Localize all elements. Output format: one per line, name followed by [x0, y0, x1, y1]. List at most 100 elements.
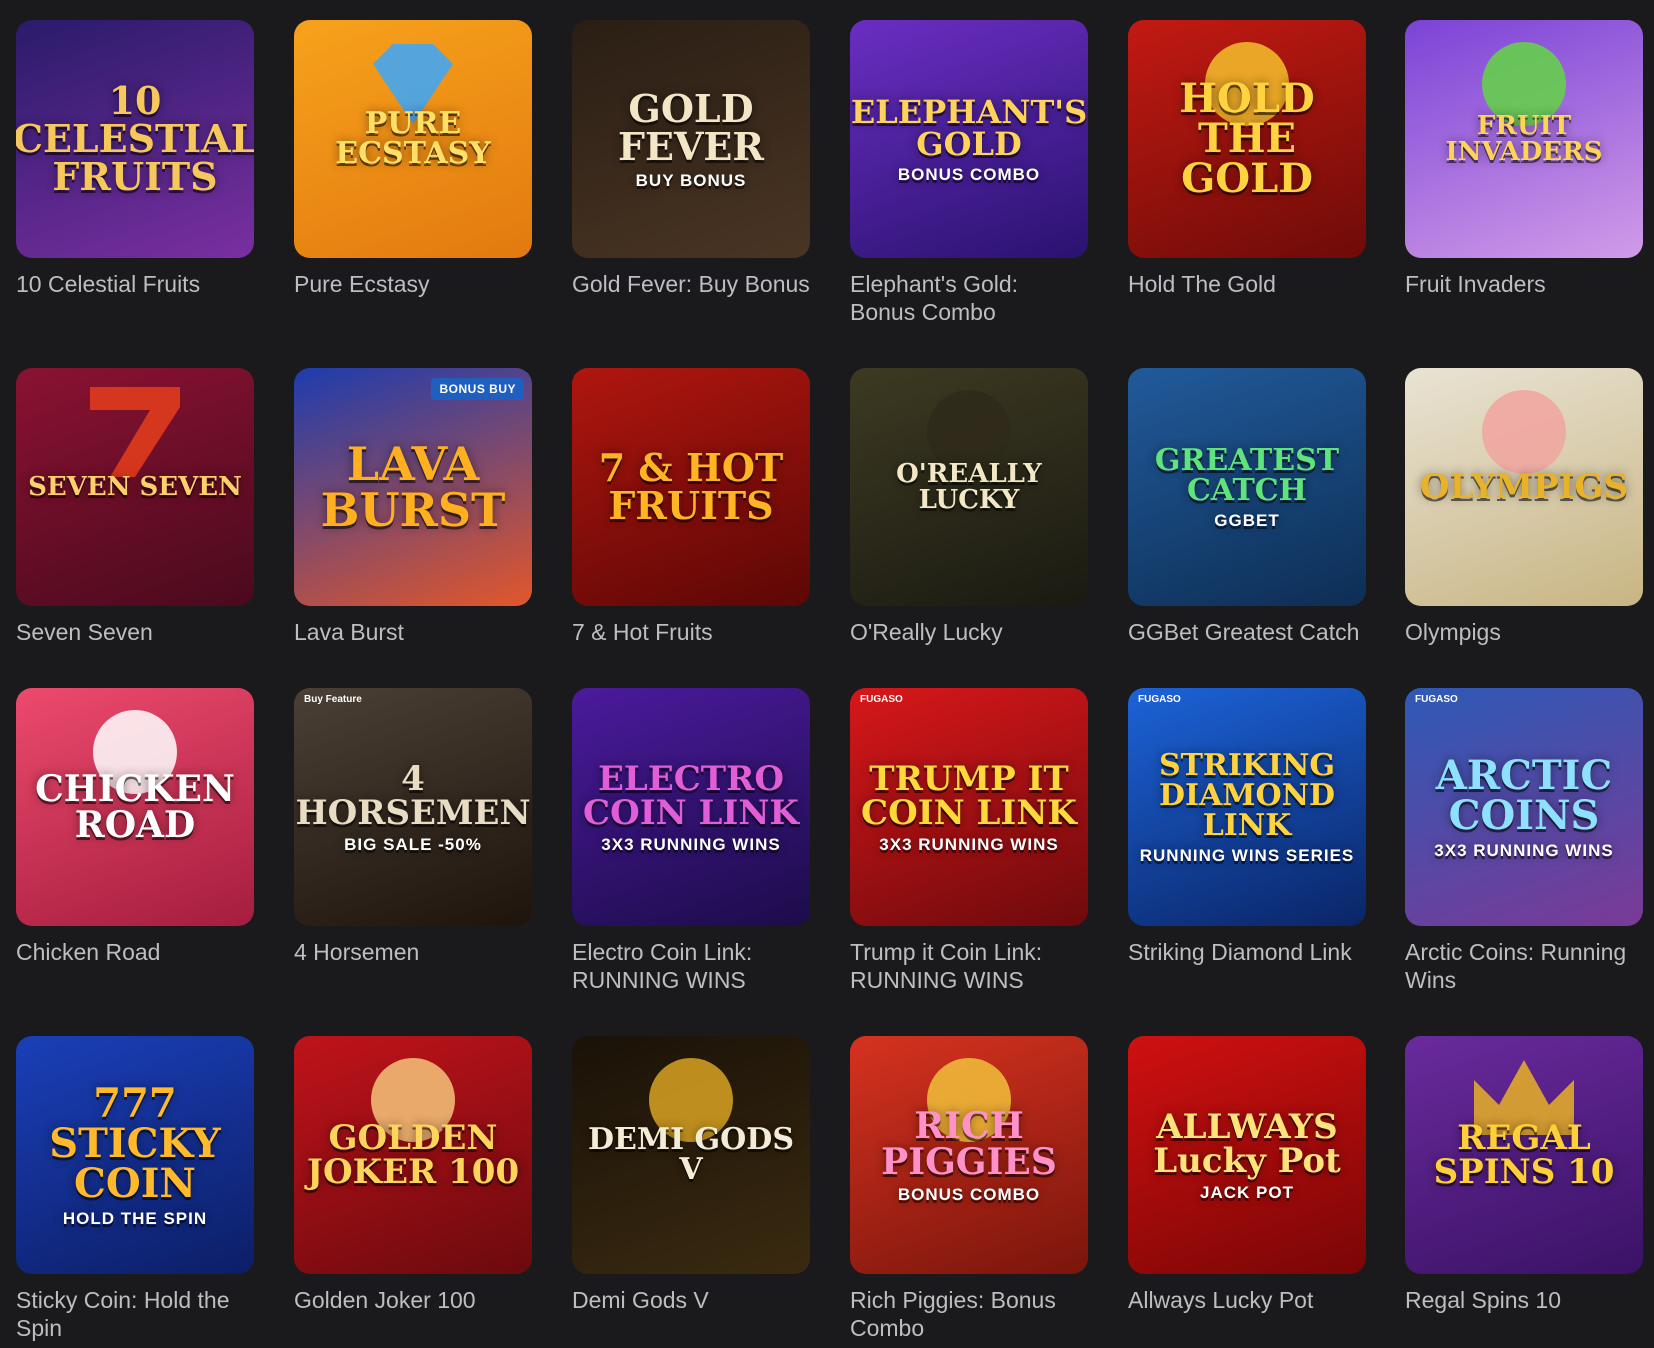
game-title[interactable]: Regal Spins 10 [1405, 1286, 1643, 1314]
game-tile[interactable]: TRUMP IT COIN LINK 3X3 RUNNING WINS FUGASO… [850, 688, 1088, 994]
game-art-title: 4 HORSEMEN BIG SALE -50% [294, 762, 532, 853]
game-title[interactable]: Sticky Coin: Hold the Spin [16, 1286, 254, 1342]
provider-label: FUGASO [1415, 694, 1458, 705]
game-title[interactable]: Trump it Coin Link: RUNNING WINS [850, 938, 1088, 994]
game-thumbnail[interactable]: GREATEST CATCH GGBET [1128, 368, 1366, 606]
game-thumbnail[interactable]: OLYMPIGS [1405, 368, 1643, 606]
game-thumbnail[interactable]: GOLDEN JOKER 100 [294, 1036, 532, 1274]
game-tile[interactable]: ALLWAYS Lucky Pot JACK POT Allways Lucky P… [1128, 1036, 1366, 1314]
game-art-title-text: ALLWAYS Lucky Pot [1153, 1106, 1341, 1181]
game-title[interactable]: Demi Gods V [572, 1286, 810, 1314]
game-thumbnail[interactable]: O'REALLY LUCKY [850, 368, 1088, 606]
game-art-title: STRIKING DIAMOND LINK RUNNING WINS SERIES [1128, 747, 1366, 865]
game-title[interactable]: Fruit Invaders [1405, 270, 1643, 298]
game-art-subtitle: RUNNING WINS SERIES [1139, 845, 1355, 865]
game-tile[interactable]: GOLD FEVER BUY BONUS Gold Fever: Buy Bonus [572, 20, 810, 298]
game-thumbnail[interactable]: 10 CELESTIAL FRUITS [16, 20, 254, 258]
game-art-title-text: RICH PIGGIES [881, 1104, 1057, 1183]
game-thumbnail[interactable]: SEVEN SEVEN [16, 368, 254, 606]
game-title[interactable]: Hold The Gold [1128, 270, 1366, 298]
game-art-title-text: HOLD THE GOLD [1179, 75, 1315, 202]
game-art-title-text: OLYMPIGS [1419, 467, 1629, 507]
game-title[interactable]: O'Really Lucky [850, 618, 1088, 646]
game-art-title-text: 10 CELESTIAL FRUITS [16, 78, 254, 199]
game-title[interactable]: Rich Piggies: Bonus Combo [850, 1286, 1088, 1342]
game-title[interactable]: Striking Diamond Link [1128, 938, 1366, 966]
game-title[interactable]: Gold Fever: Buy Bonus [572, 270, 810, 298]
game-thumbnail[interactable]: LAVA BURST BONUS BUY [294, 368, 532, 606]
game-thumbnail[interactable]: ALLWAYS Lucky Pot JACK POT [1128, 1036, 1366, 1274]
game-art-title: OLYMPIGS [1410, 470, 1638, 504]
game-tile[interactable]: GREATEST CATCH GGBET GGBet Greatest Catch [1128, 368, 1366, 646]
game-title[interactable]: Golden Joker 100 [294, 1286, 532, 1314]
game-title[interactable]: 4 Horsemen [294, 938, 532, 966]
game-art-title-text: DEMI GODS V [587, 1122, 794, 1187]
game-thumbnail[interactable]: RICH PIGGIES BONUS COMBO [850, 1036, 1088, 1274]
game-art-title: FRUIT INVADERS [1405, 113, 1643, 165]
game-art-title-text: PURE ECSTASY [335, 106, 491, 171]
game-thumbnail[interactable]: ELECTRO COIN LINK 3X3 RUNNING WINS [572, 688, 810, 926]
game-art-title: ARCTIC COINS 3X3 RUNNING WINS [1405, 755, 1643, 859]
game-tile[interactable]: 10 CELESTIAL FRUITS 10 Celestial Fruits [16, 20, 254, 298]
game-title[interactable]: Electro Coin Link: RUNNING WINS [572, 938, 810, 994]
game-tile[interactable]: STRIKING DIAMOND LINK RUNNING WINS SERIES… [1128, 688, 1366, 966]
game-thumbnail[interactable]: 7 & HOT FRUITS [572, 368, 810, 606]
game-tile[interactable]: FRUIT INVADERS Fruit Invaders [1405, 20, 1643, 298]
game-thumbnail[interactable]: STRIKING DIAMOND LINK RUNNING WINS SERIES… [1128, 688, 1366, 926]
game-title[interactable]: Seven Seven [16, 618, 254, 646]
game-thumbnail[interactable]: ARCTIC COINS 3X3 RUNNING WINS FUGASO [1405, 688, 1643, 926]
game-title[interactable]: 10 Celestial Fruits [16, 270, 254, 298]
game-tile[interactable]: ARCTIC COINS 3X3 RUNNING WINS FUGASO Arctic… [1405, 688, 1643, 994]
game-thumbnail[interactable]: TRUMP IT COIN LINK 3X3 RUNNING WINS FUGASO [850, 688, 1088, 926]
game-tile[interactable]: LAVA BURST BONUS BUY Lava Burst [294, 368, 532, 646]
game-title[interactable]: Lava Burst [294, 618, 532, 646]
game-tile[interactable]: SEVEN SEVEN Seven Seven [16, 368, 254, 646]
game-title[interactable]: Elephant's Gold: Bonus Combo [850, 270, 1088, 326]
game-thumbnail[interactable]: DEMI GODS V [572, 1036, 810, 1274]
game-art-title-text: GOLD FEVER [618, 85, 764, 169]
game-tile[interactable]: REGAL SPINS 10 Regal Spins 10 [1405, 1036, 1643, 1314]
game-tile[interactable]: DEMI GODS V Demi Gods V [572, 1036, 810, 1314]
game-art-subtitle: BUY BONUS [635, 170, 747, 190]
game-tile[interactable]: PURE ECSTASY Pure Ecstasy [294, 20, 532, 298]
game-title[interactable]: Arctic Coins: Running Wins [1405, 938, 1643, 994]
game-art-title: 777 STICKY COIN HOLD THE SPIN [16, 1083, 254, 1227]
game-thumbnail[interactable]: GOLD FEVER BUY BONUS [572, 20, 810, 258]
game-tile[interactable]: ELECTRO COIN LINK 3X3 RUNNING WINS Electro… [572, 688, 810, 994]
game-title[interactable]: Allways Lucky Pot [1128, 1286, 1366, 1314]
game-art-title: GOLDEN JOKER 100 [294, 1121, 532, 1189]
game-tile[interactable]: GOLDEN JOKER 100 Golden Joker 100 [294, 1036, 532, 1314]
game-thumbnail[interactable]: CHICKEN ROAD [16, 688, 254, 926]
game-art-title-text: STRIKING DIAMOND LINK [1158, 747, 1336, 843]
game-art-title: HOLD THE GOLD [1128, 79, 1366, 199]
game-thumbnail[interactable]: REGAL SPINS 10 [1405, 1036, 1643, 1274]
game-art-title: RICH PIGGIES BONUS COMBO [850, 1108, 1088, 1203]
game-tile[interactable]: RICH PIGGIES BONUS COMBO Rich Piggies: Bon… [850, 1036, 1088, 1342]
game-tile[interactable]: 777 STICKY COIN HOLD THE SPIN Sticky Coin:… [16, 1036, 254, 1342]
game-art-subtitle: 3X3 RUNNING WINS [879, 834, 1059, 854]
game-tile[interactable]: CHICKEN ROAD Chicken Road [16, 688, 254, 966]
game-tile[interactable]: 4 HORSEMEN BIG SALE -50% Buy Feature 4 Hors… [294, 688, 532, 966]
game-title[interactable]: 7 & Hot Fruits [572, 618, 810, 646]
game-thumbnail[interactable]: FRUIT INVADERS [1405, 20, 1643, 258]
game-tile[interactable]: 7 & HOT FRUITS 7 & Hot Fruits [572, 368, 810, 646]
game-thumbnail[interactable]: 4 HORSEMEN BIG SALE -50% Buy Feature [294, 688, 532, 926]
game-title[interactable]: Chicken Road [16, 938, 254, 966]
game-art-title-text: REGAL SPINS 10 [1433, 1118, 1615, 1192]
game-thumbnail[interactable]: PURE ECSTASY [294, 20, 532, 258]
game-tile[interactable]: HOLD THE GOLD Hold The Gold [1128, 20, 1366, 298]
game-tile[interactable]: OLYMPIGS Olympigs [1405, 368, 1643, 646]
game-art-title: DEMI GODS V [572, 1125, 810, 1185]
game-title[interactable]: Olympigs [1405, 618, 1643, 646]
game-thumbnail[interactable]: ELEPHANT'S GOLD BONUS COMBO [850, 20, 1088, 258]
game-title[interactable]: GGBet Greatest Catch [1128, 618, 1366, 646]
game-art-title: 10 CELESTIAL FRUITS [16, 82, 254, 196]
game-thumbnail[interactable]: HOLD THE GOLD [1128, 20, 1366, 258]
game-art-title-text: 7 & HOT FRUITS [598, 445, 784, 528]
game-art-subtitle: BONUS COMBO [897, 1184, 1041, 1204]
game-title[interactable]: Pure Ecstasy [294, 270, 532, 298]
game-art-title: 7 & HOT FRUITS [572, 449, 810, 525]
game-tile[interactable]: ELEPHANT'S GOLD BONUS COMBO Elephant's Gol… [850, 20, 1088, 326]
game-thumbnail[interactable]: 777 STICKY COIN HOLD THE SPIN [16, 1036, 254, 1274]
game-tile[interactable]: O'REALLY LUCKY O'Really Lucky [850, 368, 1088, 646]
